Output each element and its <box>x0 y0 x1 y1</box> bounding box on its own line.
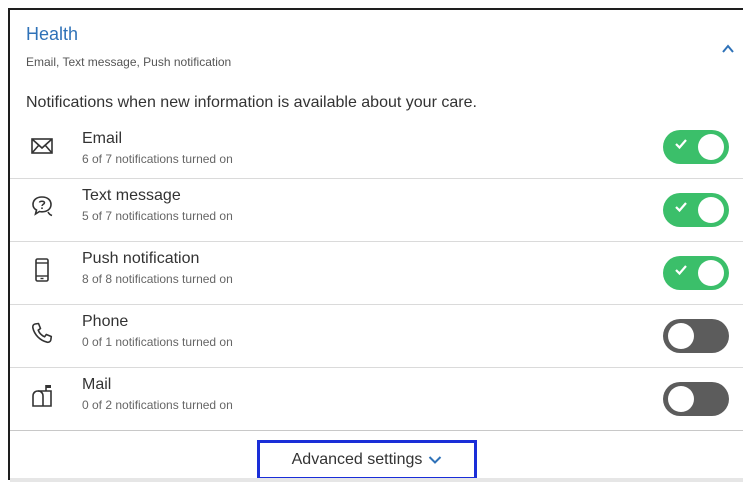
checkmark-icon <box>675 265 687 276</box>
mailbox-icon <box>32 385 52 407</box>
checkmark-icon <box>675 202 687 213</box>
intro-text: Notifications when new information is av… <box>26 94 477 111</box>
footer-divider <box>10 478 743 482</box>
text-message-toggle[interactable] <box>663 193 729 227</box>
mobile-phone-icon <box>35 258 49 282</box>
toggle-knob <box>698 197 724 223</box>
channel-row-push-notification[interactable]: Push notification 8 of 8 notifications t… <box>10 242 743 305</box>
phone-handset-icon <box>31 322 53 344</box>
chevron-down-icon <box>429 456 442 464</box>
channel-row-text-message[interactable]: Text message 5 of 7 notifications turned… <box>10 179 743 242</box>
phone-toggle[interactable] <box>663 319 729 353</box>
mail-toggle[interactable] <box>663 382 729 416</box>
health-notifications-panel: Health Email, Text message, Push notific… <box>8 8 743 482</box>
channel-row-phone[interactable]: Phone 0 of 1 notifications turned on <box>10 305 743 368</box>
checkmark-icon <box>675 139 687 150</box>
toggle-knob <box>668 386 694 412</box>
chevron-up-icon[interactable] <box>721 42 735 56</box>
channel-count: 5 of 7 notifications turned on <box>82 209 233 223</box>
channel-count: 0 of 1 notifications turned on <box>82 335 233 349</box>
channel-name: Push notification <box>82 250 200 267</box>
toggle-knob <box>698 134 724 160</box>
advanced-settings-button[interactable]: Advanced settings <box>257 440 477 480</box>
channel-row-mail[interactable]: Mail 0 of 2 notifications turned on <box>10 368 743 431</box>
section-subtitle: Email, Text message, Push notification <box>26 55 232 69</box>
email-toggle[interactable] <box>663 130 729 164</box>
panel-footer: Advanced settings <box>10 436 743 482</box>
channel-name: Email <box>82 130 123 147</box>
toggle-knob <box>698 260 724 286</box>
section-header[interactable]: Health Email, Text message, Push notific… <box>26 24 743 69</box>
channel-name: Phone <box>82 313 129 330</box>
channel-count: 0 of 2 notifications turned on <box>82 398 233 412</box>
push-notification-toggle[interactable] <box>663 256 729 290</box>
channel-row-email[interactable]: Email 6 of 7 notifications turned on <box>10 122 743 179</box>
section-title: Health <box>26 24 79 44</box>
envelope-icon <box>31 138 53 154</box>
channel-count: 6 of 7 notifications turned on <box>82 152 233 166</box>
channel-name: Mail <box>82 376 112 393</box>
chat-bubble-icon <box>32 196 53 217</box>
channel-name: Text message <box>82 187 181 204</box>
toggle-knob <box>668 323 694 349</box>
channel-count: 8 of 8 notifications turned on <box>82 272 233 286</box>
channel-list: Email 6 of 7 notifications turned on Tex… <box>10 122 743 431</box>
advanced-settings-label: Advanced settings <box>291 451 423 468</box>
